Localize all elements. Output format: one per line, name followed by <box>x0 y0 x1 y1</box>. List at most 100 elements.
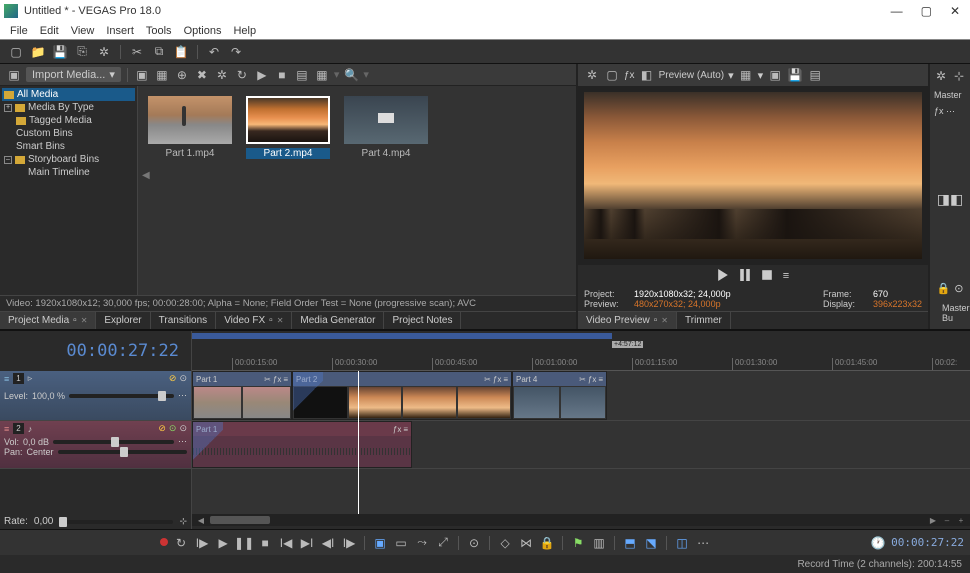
timeline-hscroll[interactable]: ◀ ▶ – + <box>192 514 970 526</box>
collapse-icon[interactable]: – <box>4 156 12 164</box>
tree-smart-bins[interactable]: Smart Bins <box>2 140 135 153</box>
track-lanes[interactable]: Part 1✂ƒx≡ Part 2✂ƒx≡ Part 4✂ƒx≡ <box>192 371 970 514</box>
pin-icon[interactable]: ▫ <box>654 315 658 326</box>
playhead[interactable] <box>358 371 359 514</box>
stop-icon[interactable]: ■ <box>257 535 273 551</box>
menu-tools[interactable]: Tools <box>146 25 172 37</box>
close-icon[interactable]: ✕ <box>81 316 88 325</box>
record-icon[interactable] <box>160 537 168 549</box>
drag-handle-icon[interactable]: ≡ <box>4 424 9 434</box>
close-button[interactable]: ✕ <box>950 4 960 18</box>
mute-icon[interactable]: ⊙ <box>169 423 177 434</box>
bypass-icon[interactable]: ⊘ <box>158 423 166 434</box>
tree-storyboard-bins[interactable]: – Storyboard Bins <box>2 153 135 166</box>
audio-track-header[interactable]: ⊘ ⊙ ⊙ ≡ 2 ♪ Vol: 0,0 dB .th-audio .slide… <box>0 421 191 469</box>
save-snapshot-icon[interactable]: 💾 <box>787 67 803 83</box>
snap-icon[interactable]: ⊙ <box>466 535 482 551</box>
preview-viewport[interactable] <box>578 86 928 265</box>
scroll-left-icon[interactable]: ◀ <box>196 516 206 525</box>
split-screen-icon[interactable]: ◧ <box>639 67 655 83</box>
rate-slider[interactable] <box>59 520 173 524</box>
pan-slider[interactable]: .th-audio .slider:last-of-type::after{le… <box>58 450 187 454</box>
tab-master-bus[interactable]: Master Bu <box>934 301 966 325</box>
fx-icon[interactable]: ƒx <box>624 70 635 81</box>
video-track-header[interactable]: ⊘ ⊙ ≡ 1 ▹ Level: 100,0 % .th-video .slid… <box>0 371 191 421</box>
go-end-icon[interactable]: ▶I <box>299 535 315 551</box>
lock-icon[interactable]: 🔒 <box>937 282 951 295</box>
pause-icon[interactable]: ❚❚ <box>236 535 252 551</box>
scroll-left-icon[interactable]: ◀ <box>142 170 150 181</box>
audio-lane[interactable]: Part 1ƒx≡ <box>192 421 970 469</box>
save-icon[interactable]: 💾 <box>52 44 68 60</box>
level-slider[interactable]: .th-video .slider::after{left:85%} <box>69 394 174 398</box>
tab-project-media[interactable]: Project Media ▫ ✕ <box>0 312 96 329</box>
automation-icon[interactable]: ⊙ <box>179 373 187 384</box>
close-icon[interactable]: ✕ <box>661 316 668 325</box>
media-item[interactable]: Part 4.mp4 <box>344 96 428 159</box>
fx-icon[interactable]: ✲ <box>214 67 230 83</box>
tab-transitions[interactable]: Transitions <box>151 312 217 329</box>
tree-all-media[interactable]: All Media <box>2 88 135 101</box>
views-icon[interactable]: ▤ <box>294 67 310 83</box>
rate-value[interactable]: 0,00 <box>34 516 53 527</box>
menu-icon[interactable]: ≡ <box>503 375 508 384</box>
close-icon[interactable]: ✕ <box>277 316 284 325</box>
more-icon[interactable]: ⋯ <box>695 535 711 551</box>
fx-icon[interactable]: ƒx <box>273 375 281 384</box>
region-icon[interactable]: ▥ <box>591 535 607 551</box>
zoom-icon[interactable]: ⤢ <box>435 535 451 551</box>
menu-file[interactable]: File <box>10 25 28 37</box>
automation-icon[interactable]: ⊙ <box>954 282 963 295</box>
chevron-down-icon[interactable]: ▾ <box>758 69 764 82</box>
tree-media-by-type[interactable]: + Media By Type <box>2 101 135 114</box>
capture-icon[interactable]: ▣ <box>134 67 150 83</box>
menu-icon[interactable]: ≡ <box>598 375 603 384</box>
insert-icon[interactable]: ⊹ <box>952 68 966 84</box>
video-clip[interactable]: Part 4✂ƒx≡ <box>512 371 607 420</box>
tab-video-fx[interactable]: Video FX ▫ ✕ <box>216 312 292 329</box>
menu-help[interactable]: Help <box>233 25 256 37</box>
marker[interactable]: +4:57:12 <box>612 341 643 348</box>
menu-icon[interactable]: ≡ <box>783 270 789 282</box>
drag-handle-icon[interactable]: ≡ <box>4 374 9 384</box>
search-icon[interactable]: 🔍 <box>343 67 359 83</box>
menu-icon[interactable]: ≡ <box>403 425 408 434</box>
maximize-button[interactable]: ▢ <box>921 4 932 18</box>
tree-tagged-media[interactable]: Tagged Media <box>2 114 135 127</box>
paste-icon[interactable]: 📋 <box>173 44 189 60</box>
lock-icon[interactable]: 🔒 <box>539 535 555 551</box>
loop-region[interactable] <box>192 333 612 339</box>
menu-edit[interactable]: Edit <box>40 25 59 37</box>
tab-video-preview[interactable]: Video Preview ▫ ✕ <box>578 312 677 329</box>
menu-options[interactable]: Options <box>184 25 222 37</box>
next-frame-icon[interactable]: I▶ <box>341 535 357 551</box>
crop-icon[interactable]: ✂ <box>264 375 271 384</box>
selection-icon[interactable]: ▭ <box>393 535 409 551</box>
play-icon[interactable]: ▶ <box>215 535 231 551</box>
ignore-event-icon[interactable]: ⬒ <box>622 535 638 551</box>
media-item[interactable]: Part 2.mp4 <box>246 96 330 159</box>
fx-icon[interactable]: ƒx <box>588 375 596 384</box>
tree-custom-bins[interactable]: Custom Bins <box>2 127 135 140</box>
go-start-icon[interactable]: I◀ <box>278 535 294 551</box>
new-file-icon[interactable]: ▢ <box>8 44 24 60</box>
fade-in[interactable] <box>293 372 323 419</box>
open-file-icon[interactable]: 📁 <box>30 44 46 60</box>
gear-icon[interactable]: ✲ <box>584 67 600 83</box>
overlay-icon[interactable]: ▤ <box>807 67 823 83</box>
properties-icon[interactable]: ✲ <box>96 44 112 60</box>
auto-ripple-icon[interactable]: ◇ <box>497 535 513 551</box>
audio-clip[interactable]: Part 1ƒx≡ <box>192 421 412 468</box>
media-item[interactable]: Part 1.mp4 <box>148 96 232 159</box>
tab-trimmer[interactable]: Trimmer <box>677 312 731 329</box>
video-clip[interactable]: Part 2✂ƒx≡ <box>292 371 512 420</box>
volume-slider[interactable]: .th-audio .slider:nth-of-type(1)::after{… <box>53 440 174 444</box>
menu-view[interactable]: View <box>71 25 95 37</box>
grid-icon[interactable]: ▦ <box>314 67 330 83</box>
marker-icon[interactable]: ⚑ <box>570 535 586 551</box>
solo-icon[interactable]: ⊙ <box>179 423 187 434</box>
scroll-thumb[interactable] <box>210 516 270 524</box>
preview-quality-dropdown[interactable]: Preview (Auto) <box>659 70 725 81</box>
loop-icon[interactable]: ↻ <box>173 535 189 551</box>
remove-icon[interactable]: ✖ <box>194 67 210 83</box>
